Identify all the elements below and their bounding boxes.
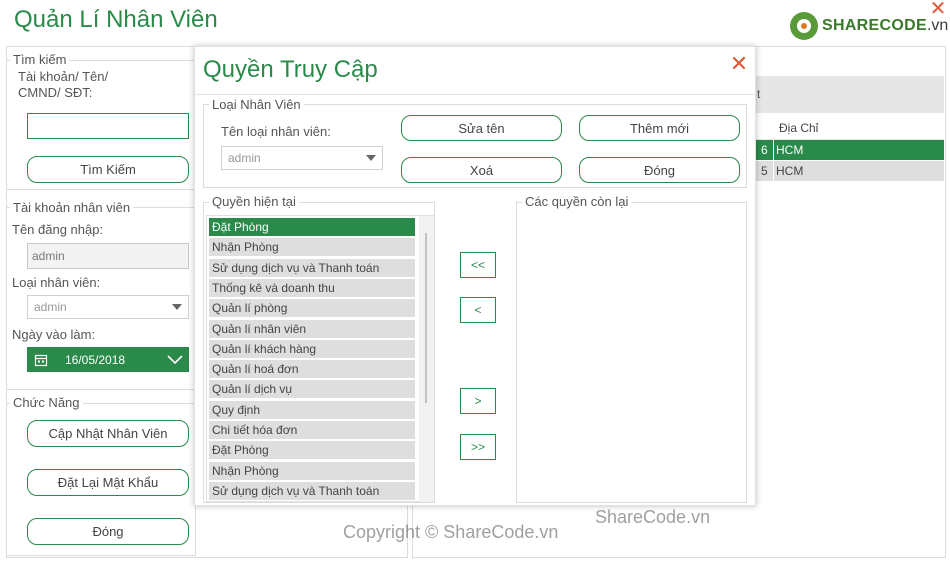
search-input[interactable]	[27, 113, 189, 139]
username-label: Tên đăng nhập:	[12, 222, 104, 237]
current-rights-list[interactable]: Đặt Phòng Nhận Phòng Sử dụng dịch vụ và Th…	[206, 215, 434, 502]
scrollbar-thumb[interactable]	[425, 233, 427, 403]
list-item[interactable]: Quản lí khách hàng	[209, 339, 415, 359]
list-item[interactable]: Chi tiết hóa đơn	[209, 421, 415, 440]
search-button[interactable]: Tìm Kiếm	[27, 156, 189, 183]
list-item[interactable]: Quản lí phòng	[209, 299, 415, 319]
scrollbar[interactable]	[419, 216, 434, 502]
close-icon[interactable]: ✕	[728, 53, 750, 76]
list-item[interactable]: Thống kê và doanh thu	[209, 278, 415, 298]
logo-brand: SHARECODE	[822, 17, 927, 34]
grid-header-address: Địa Chỉ	[779, 121, 819, 135]
add-new-button[interactable]: Thêm mới	[579, 115, 740, 141]
list-item[interactable]: Quy định	[209, 400, 415, 420]
list-item[interactable]: Đặt Phòng	[209, 218, 415, 237]
table-row[interactable]: 6 HCM	[756, 140, 944, 160]
functions-legend: Chức Năng	[10, 395, 83, 410]
list-item[interactable]: Sử dụng dịch vụ và Thanh toán	[209, 258, 415, 278]
access-rights-dialog: Quyền Truy Cập ✕ Loại Nhân Viên Tên loại…	[194, 46, 756, 506]
chevron-down-icon	[167, 354, 183, 364]
delete-button[interactable]: Xoá	[401, 157, 562, 183]
sharecode-logo: SHARECODE .vn	[790, 12, 948, 40]
grid-cell-id: 5	[761, 164, 768, 178]
remaining-rights-list[interactable]	[519, 215, 745, 502]
username-field: admin	[27, 243, 189, 269]
search-label: Tài khoản/ Tên/ CMND/ SĐT:	[18, 69, 109, 100]
grid-header-partial: t	[757, 87, 761, 101]
employee-type-name-label: Tên loại nhân viên:	[221, 124, 331, 139]
list-item[interactable]: Quản lí hoá đơn	[209, 360, 415, 380]
dialog-close-button[interactable]: Đóng	[579, 157, 740, 183]
start-date-picker[interactable]: 16/05/2018	[27, 347, 189, 372]
employee-type-select[interactable]: admin	[27, 295, 189, 319]
rename-button[interactable]: Sửa tên	[401, 115, 562, 141]
watermark-copyright: Copyright © ShareCode.vn	[343, 522, 559, 542]
list-item[interactable]: Nhận Phòng	[209, 461, 415, 481]
watermark-sharecode: ShareCode.vn	[595, 507, 711, 527]
employee-type-name-value: admin	[228, 151, 261, 165]
logo-icon	[790, 12, 818, 40]
move-left-button[interactable]: <	[460, 297, 496, 323]
chevron-down-icon	[366, 155, 376, 161]
app-title: Quản Lí Nhân Viên	[14, 6, 218, 33]
move-all-left-button[interactable]: <<	[460, 252, 496, 278]
close-button[interactable]: Đóng	[27, 518, 189, 545]
chevron-down-icon	[172, 304, 182, 310]
list-item[interactable]: Quản lí dịch vụ	[209, 380, 415, 400]
dialog-title: Quyền Truy Cập	[203, 56, 378, 83]
start-date-label: Ngày vào làm:	[12, 327, 96, 342]
logo-suffix: .vn	[926, 17, 949, 34]
grid-cell-id: 6	[761, 143, 768, 157]
list-item[interactable]: Quản lí nhân viên	[209, 319, 415, 339]
employee-type-label: Loại nhân viên:	[12, 275, 101, 290]
account-legend: Tài khoản nhân viên	[10, 200, 134, 215]
remaining-rights-legend: Các quyền còn lại	[522, 194, 632, 209]
list-item[interactable]: Sử dụng dịch vụ và Thanh toán	[209, 481, 415, 501]
employee-type-value: admin	[34, 300, 67, 314]
grid-cell-address: HCM	[776, 143, 804, 157]
calendar-icon	[34, 354, 48, 366]
move-right-button[interactable]: >	[460, 388, 496, 414]
reset-password-button[interactable]: Đặt Lại Mật Khẩu	[27, 469, 189, 496]
employee-type-name-select[interactable]: admin	[221, 146, 383, 170]
list-item[interactable]: Nhận Phòng	[209, 238, 415, 258]
start-date-value: 16/05/2018	[65, 352, 126, 367]
search-legend: Tìm kiếm	[10, 52, 70, 67]
grid-header	[756, 76, 944, 113]
update-employee-button[interactable]: Cập Nhật Nhân Viên	[27, 420, 189, 447]
current-rights-legend: Quyền hiện tại	[209, 194, 299, 209]
list-item[interactable]: Đặt Phòng	[209, 441, 415, 461]
grid-cell-address: HCM	[776, 164, 804, 178]
table-row[interactable]: 5 HCM	[756, 161, 944, 181]
employee-type-legend: Loại Nhân Viên	[209, 97, 304, 112]
move-all-right-button[interactable]: >>	[460, 434, 496, 460]
